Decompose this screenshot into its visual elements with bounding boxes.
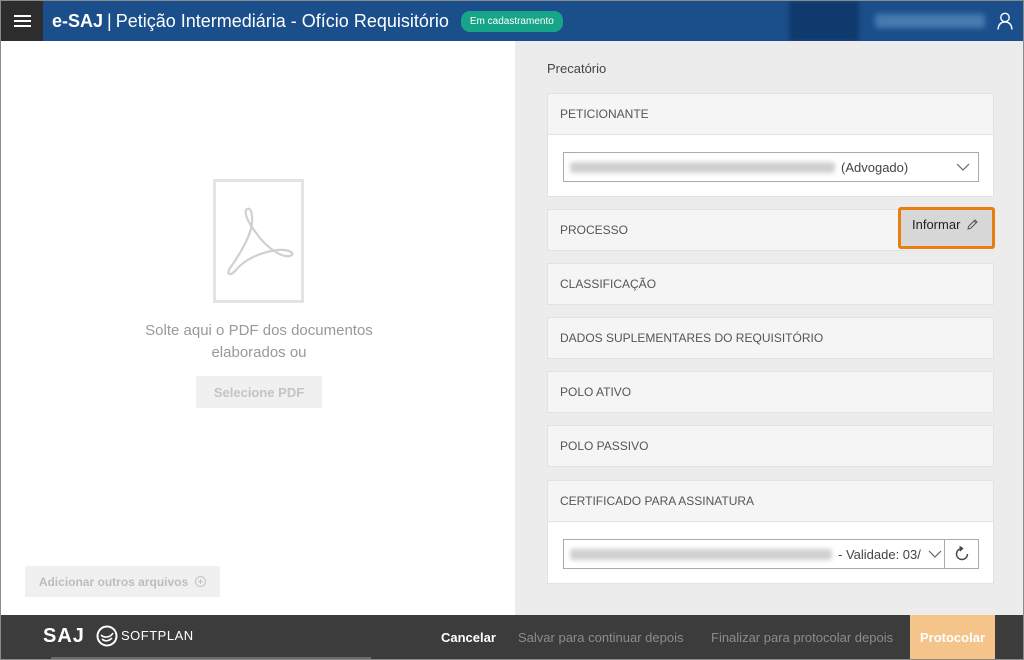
app-brand: e-SAJ | Petição Intermediária - Ofício Req… [52,11,449,32]
protocol-button[interactable]: Protocolar [910,615,995,659]
section-label: POLO ATIVO [560,385,632,399]
section-certificado: CERTIFICADO PARA ASSINATURA - Validade: … [547,480,994,584]
add-files-button[interactable]: Adicionar outros arquivos [25,566,220,597]
pdf-file-icon [213,179,304,303]
top-header: e-SAJ | Petição Intermediária - Ofício Req… [1,1,1023,41]
form-panel: Precatório PETICIONANTE (Advogado) PROCE… [515,41,1023,615]
section-body: (Advogado) [548,134,993,196]
informar-label: Informar [912,217,961,232]
app-name: e-SAJ [52,10,104,31]
softplan-logo-icon [96,625,118,647]
section-peticionante: PETICIONANTE (Advogado) [547,93,994,197]
section-label: CERTIFICADO PARA ASSINATURA [560,494,755,508]
brand-separator: | [107,10,112,31]
footer-scrollbar[interactable] [51,657,371,659]
section-polo-passivo[interactable]: POLO PASSIVO [547,425,994,467]
chevron-down-icon [928,550,942,558]
plus-circle-icon [195,576,207,587]
chevron-down-icon [956,163,970,171]
cancel-button[interactable]: Cancelar [441,615,496,659]
redacted-user-name [875,14,985,28]
saj-logo: SAJ [43,625,85,647]
section-classificacao[interactable]: CLASSIFICAÇÃO [547,263,994,305]
menu-button[interactable] [1,1,43,41]
redacted-block [789,1,859,41]
bottom-toolbar: SAJ SOFTPLAN Cancelar Salvar para contin… [1,615,1023,659]
section-body: - Validade: 03/ [548,521,993,583]
hamburger-icon [13,15,31,27]
peticionante-select[interactable]: (Advogado) [563,152,979,182]
redacted-certificate-name [570,548,832,560]
app-window: e-SAJ | Petição Intermediária - Ofício Req… [0,0,1024,660]
finish-later-button[interactable]: Finalizar para protocolar depois [711,615,893,659]
informar-button[interactable]: Informar [898,207,995,249]
select-pdf-button[interactable]: Selecione PDF [196,376,322,408]
section-dados-suplementares[interactable]: DADOS SUPLEMENTARES DO REQUISITÓRIO [547,317,994,359]
redacted-peticionante-name [570,161,835,173]
section-label: POLO PASSIVO [560,439,649,453]
peticionante-role: (Advogado) [841,159,909,175]
status-badge: Em cadastramento [460,10,563,32]
user-icon[interactable] [997,12,1013,30]
user-info[interactable] [789,1,985,41]
section-label: DADOS SUPLEMENTARES DO REQUISITÓRIO [560,331,824,345]
section-polo-ativo[interactable]: POLO ATIVO [547,371,994,413]
softplan-brand: SOFTPLAN [121,628,194,643]
certificate-select[interactable]: - Validade: 03/ [563,539,945,569]
section-label: PETICIONANTE [560,107,649,121]
section-label: CLASSIFICAÇÃO [560,277,657,291]
pdf-drop-area[interactable]: Solte aqui o PDF dos documentos elaborad… [1,41,515,615]
save-draft-button[interactable]: Salvar para continuar depois [518,615,684,659]
certificate-validity: - Validade: 03/ [838,546,921,562]
add-files-label: Adicionar outros arquivos [38,574,189,589]
refresh-certificates-button[interactable] [944,539,979,569]
page-title: Petição Intermediária - Ofício Requisitó… [115,10,449,31]
panel-title: Precatório [547,61,607,76]
section-processo: PROCESSO Informar [547,207,995,251]
drop-instructions: Solte aqui o PDF dos documentos elaborad… [145,322,373,361]
refresh-icon [955,545,968,561]
pencil-icon [967,219,979,230]
